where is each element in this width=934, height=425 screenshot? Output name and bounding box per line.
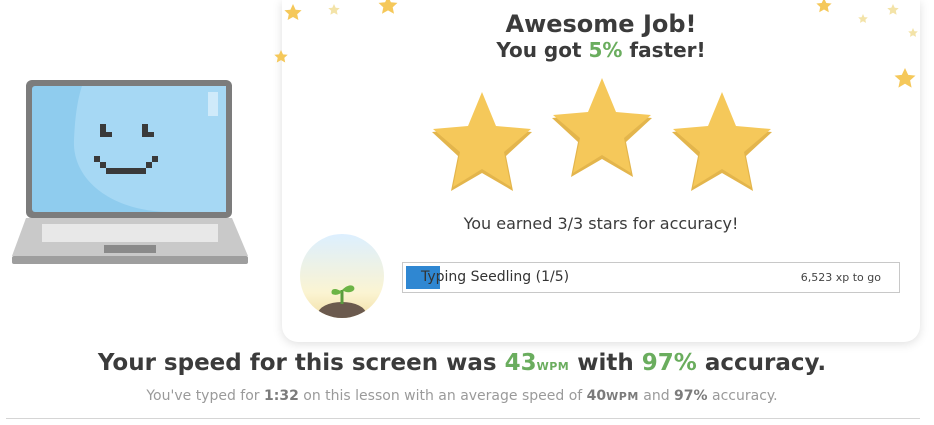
star-icon	[552, 78, 652, 177]
average-accuracy: 97%	[674, 388, 708, 404]
stars-earned-message: You earned 3/3 stars for accuracy!	[463, 214, 739, 233]
level-progress-bar: Typing Seedling (1/5) 6,523 xp to go	[402, 262, 900, 293]
faster-percent: 5%	[588, 38, 623, 62]
screen-speed-summary: Your speed for this screen was 43WPM wit…	[97, 350, 827, 376]
confetti-star-icon	[284, 4, 302, 20]
confetti-star-icon	[908, 28, 918, 37]
accuracy-stars	[432, 78, 772, 191]
confetti-star-icon	[894, 68, 916, 88]
star-icon	[432, 92, 532, 191]
confetti-star-icon	[816, 0, 832, 13]
results-card: Awesome Job! You got 5% faster! You earn…	[282, 0, 920, 342]
lesson-summary: You've typed for 1:32 on this lesson wit…	[146, 388, 778, 404]
average-wpm: 40WPM	[586, 388, 639, 404]
lesson-time: 1:32	[264, 388, 299, 404]
laptop-mascot-icon	[12, 80, 250, 266]
confetti-star-icon	[378, 0, 398, 14]
divider	[6, 418, 920, 419]
seedling-icon	[300, 234, 384, 318]
star-icon	[672, 92, 772, 191]
xp-to-go: 6,523 xp to go	[800, 271, 881, 284]
accuracy-value: 97%	[641, 350, 697, 376]
faster-message: You got 5% faster!	[496, 38, 706, 62]
confetti-star-icon	[328, 4, 340, 15]
confetti-star-icon	[858, 14, 868, 23]
wpm-value: 43WPM	[504, 350, 570, 376]
level-name: Typing Seedling (1/5)	[421, 269, 570, 285]
confetti-star-icon	[887, 4, 899, 15]
confetti-star-icon	[274, 50, 288, 63]
